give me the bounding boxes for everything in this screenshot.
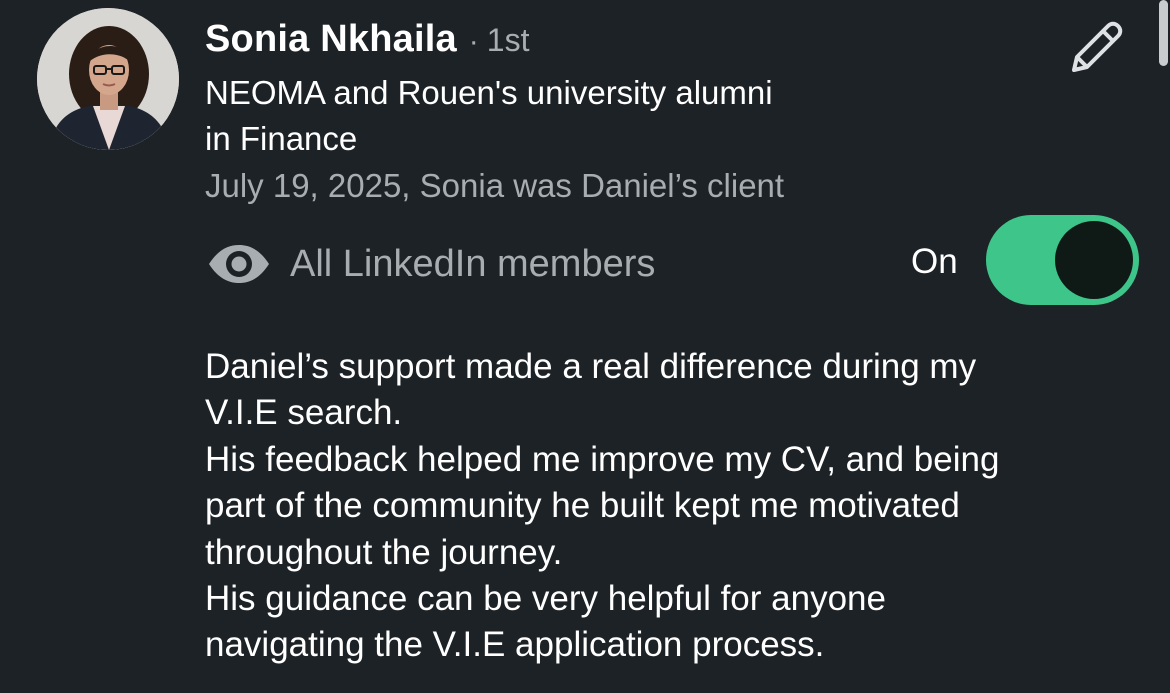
visibility-toggle[interactable] [986, 215, 1139, 305]
headline-line: in Finance [205, 120, 358, 157]
recommendation-line: Daniel’s support made a real difference … [205, 347, 977, 386]
toggle-knob [1055, 221, 1133, 299]
edit-button[interactable] [1064, 14, 1130, 80]
scrollbar[interactable] [1159, 0, 1168, 66]
recommendation-line: navigating the V.I.E application process… [205, 625, 825, 665]
eye-icon [209, 245, 269, 283]
relationship-info: July 19, 2025, Sonia was Daniel’s client [205, 167, 785, 204]
visibility-setting: All LinkedIn members [206, 236, 655, 292]
author-avatar[interactable] [37, 8, 179, 150]
recommendation-line: His feedback helped me improve my CV, an… [205, 439, 1000, 479]
author-headline: NEOMA and Rouen's university alumni in F… [205, 70, 945, 162]
recommendation-text: Daniel’s support made a real difference … [205, 344, 1145, 669]
author-name-row: Sonia Nkhaila · 1st [205, 18, 529, 64]
recommendation-line: His guidance can be very helpful for any… [205, 579, 886, 619]
headline-line: NEOMA and Rouen's university alumni [205, 74, 773, 111]
recommendation-line: throughout the journey. [205, 532, 563, 572]
toggle-state-label: On [911, 242, 958, 281]
avatar-photo [37, 8, 179, 150]
author-name[interactable]: Sonia Nkhaila [205, 18, 457, 61]
connection-degree: 1st [486, 22, 530, 58]
visibility-label: All LinkedIn members [290, 242, 656, 285]
pencil-icon [1072, 21, 1123, 72]
recommendation-line: part of the community he built kept me m… [205, 486, 960, 526]
name-degree-separator: · [468, 25, 479, 58]
recommendation-line: V.I.E search. [205, 393, 403, 433]
